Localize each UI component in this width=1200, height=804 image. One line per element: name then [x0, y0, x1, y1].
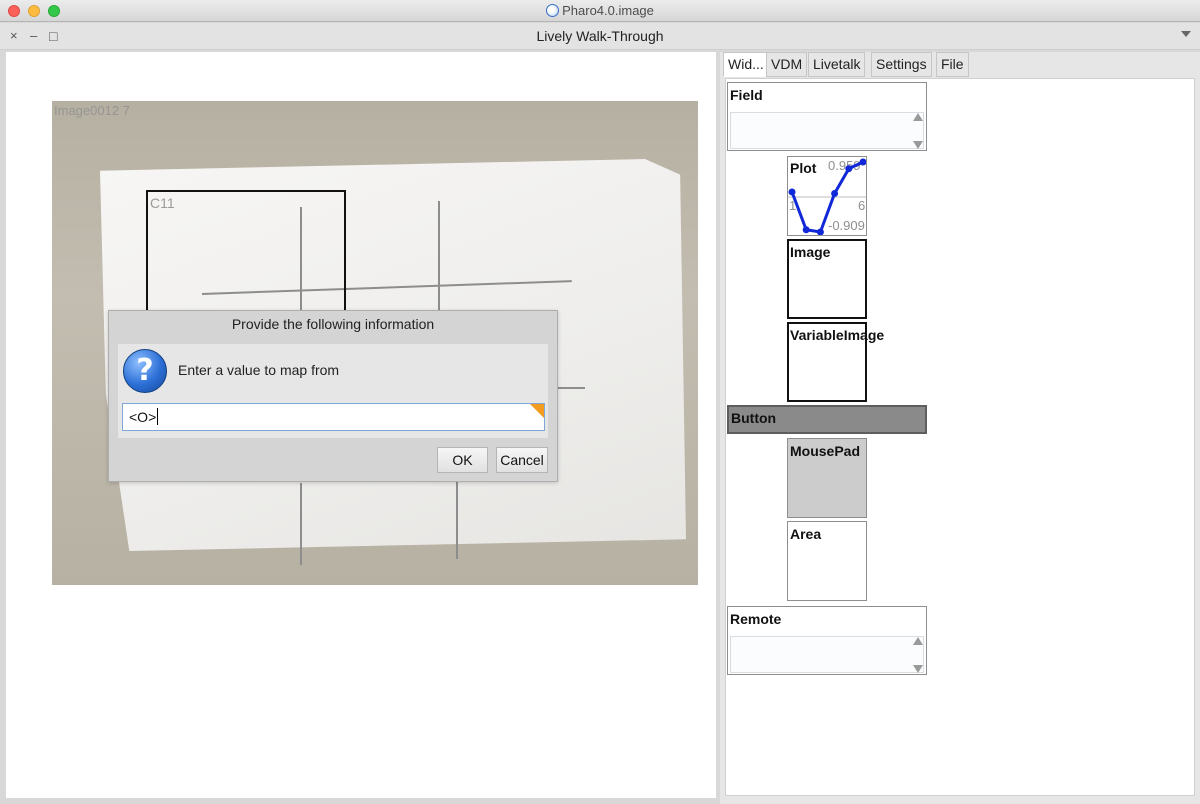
tab-settings[interactable]: Settings — [871, 52, 932, 77]
window-titlebar: × – □ Lively Walk-Through — [0, 23, 1200, 50]
variable-image-widget[interactable]: VariableImage — [787, 322, 884, 402]
window-title: Lively Walk-Through — [536, 28, 664, 44]
scroll-up-icon[interactable] — [913, 637, 923, 645]
dialog-title: Provide the following information — [231, 316, 435, 332]
os-titlebar: Pharo4.0.image — [0, 0, 1200, 22]
field-widget-label: Field — [730, 87, 763, 103]
field-widget[interactable]: Field — [727, 82, 927, 151]
region-box[interactable]: C11 — [146, 190, 346, 320]
plot-point — [802, 226, 810, 234]
dialog-body: ? Enter a value to map from <O> — [118, 344, 548, 438]
os-window-title-text: Pharo4.0.image — [562, 3, 654, 18]
pen-line — [456, 481, 458, 559]
plot-point — [816, 228, 824, 235]
pen-line — [557, 387, 585, 389]
plot-widget[interactable]: Plot 0.959 1 6 -0.909 — [787, 156, 867, 236]
image-overlay-label: Image0012 7 — [54, 103, 130, 118]
field-scrollbar[interactable] — [913, 113, 923, 149]
pharo-app-icon — [546, 4, 560, 17]
area-widget[interactable]: Area — [787, 521, 867, 601]
tab-file[interactable]: File — [936, 52, 969, 77]
input-dialog: Provide the following information ? Ente… — [108, 310, 558, 482]
image-widget[interactable]: Image — [787, 239, 867, 319]
pen-line — [438, 201, 440, 311]
tab-vdm[interactable]: VDM — [766, 52, 808, 77]
button-widget[interactable]: Button — [727, 405, 927, 434]
ok-button[interactable]: OK — [437, 447, 488, 473]
pen-line — [300, 483, 302, 565]
mousepad-widget[interactable]: MousePad — [787, 438, 867, 518]
scroll-up-icon[interactable] — [913, 113, 923, 121]
scroll-down-icon[interactable] — [913, 141, 923, 149]
edit-flag-icon — [530, 404, 544, 418]
plot-chart — [788, 158, 866, 235]
dialog-prompt: Enter a value to map from — [178, 362, 340, 378]
mousepad-widget-label: MousePad — [790, 443, 861, 459]
value-input-text: <O> — [129, 409, 157, 425]
window-menu-chevron-icon[interactable] — [1181, 31, 1191, 37]
area-widget-label: Area — [790, 526, 822, 542]
remote-textarea[interactable] — [730, 636, 924, 673]
widget-list: Field Plot 0.959 1 6 -0.909 Image Variab… — [725, 78, 1195, 796]
os-window-title: Pharo4.0.image — [0, 3, 1200, 18]
question-icon: ? — [123, 349, 167, 393]
image-widget-label: Image — [790, 244, 831, 260]
plot-point — [788, 188, 796, 196]
button-widget-label: Button — [731, 410, 777, 426]
widget-palette-pane: Wid... VDM Livetalk Settings File Field … — [720, 52, 1200, 804]
canvas-pane[interactable]: Image0012 7 C11 Provide the following in… — [6, 52, 716, 798]
scroll-down-icon[interactable] — [913, 665, 923, 673]
tab-widgets[interactable]: Wid... — [723, 52, 769, 77]
variable-image-widget-label: VariableImage — [790, 327, 885, 343]
region-label: C11 — [150, 195, 175, 211]
cancel-button[interactable]: Cancel — [496, 447, 548, 473]
remote-widget-label: Remote — [730, 611, 782, 627]
field-textarea[interactable] — [730, 112, 924, 149]
tab-livetalk[interactable]: Livetalk — [808, 52, 866, 77]
plot-point — [845, 165, 853, 173]
remote-widget[interactable]: Remote — [727, 606, 927, 675]
value-input[interactable]: <O> — [122, 403, 545, 431]
remote-scrollbar[interactable] — [913, 637, 923, 673]
plot-point — [831, 189, 839, 197]
text-caret — [157, 408, 159, 425]
plot-point — [859, 158, 866, 166]
